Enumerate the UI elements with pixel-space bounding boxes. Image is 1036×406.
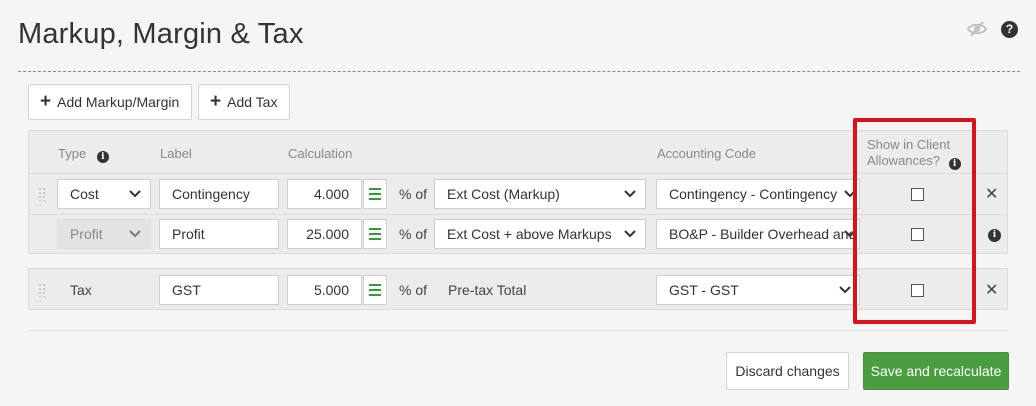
drag-handle-icon[interactable]	[38, 283, 46, 297]
accounting-code-value: BO&P - Builder Overhead and Profit	[669, 226, 859, 242]
tax-accounting-code-select[interactable]: GST - GST	[656, 275, 860, 305]
discard-changes-button[interactable]: Discard changes	[726, 352, 849, 390]
add-tax-button[interactable]: + Add Tax	[198, 84, 291, 120]
percent-input[interactable]: 4.000	[287, 179, 362, 209]
plus-icon: +	[40, 90, 52, 112]
percent-input[interactable]: 25.000	[287, 219, 362, 249]
add-markup-label: Add Markup/Margin	[57, 94, 180, 110]
remove-icon[interactable]: ✕	[985, 184, 998, 204]
header-type-label: Type	[58, 146, 87, 161]
add-markup-button[interactable]: + Add Markup/Margin	[28, 84, 193, 120]
chevron-down-icon	[624, 190, 636, 198]
header-calculation: Calculation	[288, 146, 353, 161]
plus-icon: +	[210, 90, 222, 112]
tax-basis-text: Pre-tax Total	[448, 282, 527, 298]
chevron-down-icon	[129, 190, 141, 198]
header-accounting-code: Accounting Code	[657, 146, 757, 161]
save-and-recalculate-button[interactable]: Save and recalculate	[863, 352, 1009, 390]
chevron-down-icon	[839, 286, 851, 294]
help-icon[interactable]: ?	[1001, 20, 1018, 38]
tax-label-input[interactable]: GST	[159, 275, 279, 305]
top-icons: ?	[967, 20, 1018, 38]
info-icon[interactable]: i	[988, 229, 1001, 242]
type-select-value: Profit	[70, 226, 103, 242]
basis-select[interactable]: Ext Cost + above Markups	[434, 219, 646, 249]
type-select-value: Cost	[70, 186, 99, 202]
accounting-code-select[interactable]: Contingency - Contingency	[656, 179, 860, 209]
chevron-down-icon	[624, 230, 636, 238]
tax-percent-input[interactable]: 5.000	[287, 275, 362, 305]
percent-of-text: % of	[399, 282, 428, 298]
calc-menu-icon[interactable]	[363, 179, 387, 209]
basis-select-value: Ext Cost + above Markups	[447, 226, 612, 242]
tax-type-text: Tax	[70, 282, 92, 298]
page-title: Markup, Margin & Tax	[18, 18, 304, 50]
add-tax-label: Add Tax	[227, 94, 278, 110]
type-select: Profit	[57, 219, 151, 249]
accounting-code-select[interactable]: BO&P - Builder Overhead and Profit	[656, 219, 860, 249]
calc-menu-icon[interactable]	[363, 219, 387, 249]
highlight-box	[853, 118, 976, 324]
label-input[interactable]: Contingency	[159, 179, 279, 209]
accounting-code-value: GST - GST	[669, 282, 739, 298]
calc-menu-icon[interactable]	[363, 275, 387, 305]
basis-select-value: Ext Cost (Markup)	[447, 186, 560, 202]
label-input[interactable]: Profit	[159, 219, 279, 249]
eye-slash-icon[interactable]	[967, 20, 987, 38]
basis-select[interactable]: Ext Cost (Markup)	[434, 179, 646, 209]
info-icon[interactable]: i	[96, 151, 109, 163]
footer-divider	[28, 330, 1008, 331]
percent-of-text: % of	[399, 186, 428, 202]
header-type: Type i	[58, 146, 109, 163]
type-select[interactable]: Cost	[57, 179, 151, 209]
chevron-down-icon	[129, 230, 141, 238]
remove-icon[interactable]: ✕	[985, 280, 998, 300]
header-label: Label	[160, 146, 192, 161]
percent-of-text: % of	[399, 226, 428, 242]
accounting-code-value: Contingency - Contingency	[669, 186, 838, 202]
drag-handle-icon[interactable]	[38, 187, 46, 201]
title-divider	[18, 71, 1020, 72]
